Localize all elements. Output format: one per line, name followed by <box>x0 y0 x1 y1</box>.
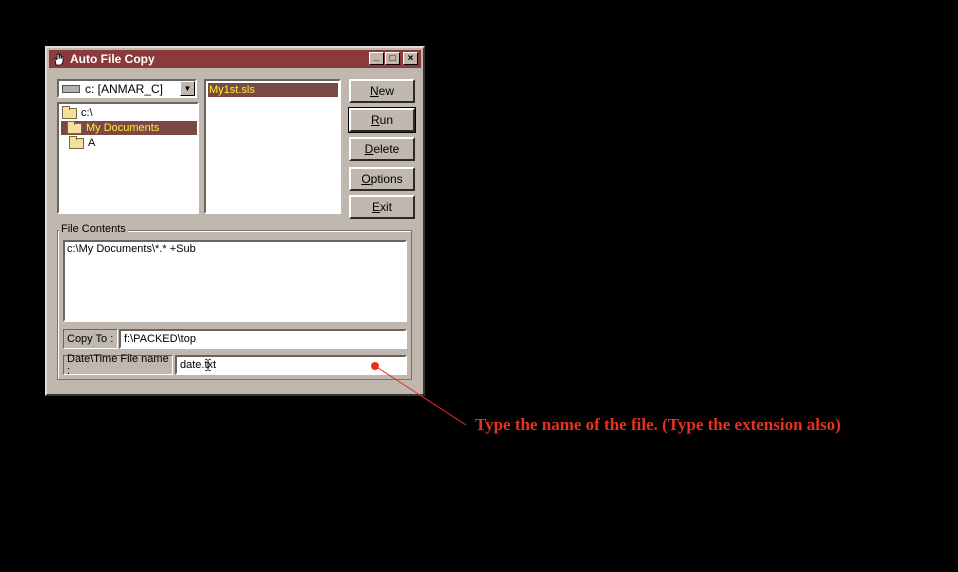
text-cursor-icon <box>205 359 211 371</box>
new-button-label: New <box>369 84 394 98</box>
minimize-button[interactable]: _ <box>369 50 384 65</box>
file-contents-textarea[interactable]: c:\My Documents\*.* +Sub <box>63 240 407 322</box>
close-button[interactable]: × <box>403 52 418 65</box>
copy-to-input[interactable]: f:\PACKED\top <box>119 329 407 349</box>
auto-file-copy-window: Auto File Copy _ □ × c: [ANMAR_C] ▼ c:\ … <box>45 46 425 396</box>
run-button[interactable]: Run <box>348 107 416 133</box>
options-button-label: Options <box>361 172 403 186</box>
delete-button-label: Delete <box>364 142 400 156</box>
folder-icon <box>69 135 84 149</box>
copy-to-value: f:\PACKED\top <box>124 333 196 345</box>
copy-to-label: Copy To : <box>63 329 118 349</box>
directory-item-a[interactable]: A <box>69 135 129 150</box>
file-list[interactable]: My1st.sls <box>204 79 341 214</box>
file-contents-text: c:\My Documents\*.* +Sub <box>67 243 196 255</box>
drive-selector[interactable]: c: [ANMAR_C] ▼ <box>57 79 197 98</box>
maximize-icon: □ <box>389 52 396 64</box>
close-icon: × <box>407 52 414 64</box>
file-contents-label: File Contents <box>59 223 128 235</box>
directory-item-root[interactable]: c:\ <box>62 105 142 120</box>
title-bar[interactable]: Auto File Copy _ □ × <box>49 50 421 68</box>
window-controls: _ □ × <box>368 50 418 65</box>
delete-button[interactable]: Delete <box>349 137 415 161</box>
open-folder-icon <box>62 105 77 119</box>
directory-tree[interactable]: c:\ My Documents A <box>57 102 199 214</box>
run-button-label: Run <box>370 113 394 127</box>
exit-button[interactable]: Exit <box>349 195 415 219</box>
options-button[interactable]: Options <box>349 167 415 191</box>
new-button[interactable]: New <box>349 79 415 103</box>
drive-selector-value: c: [ANMAR_C] <box>85 81 164 96</box>
minimize-icon: _ <box>373 50 380 62</box>
directory-item-label: c:\ <box>81 107 93 119</box>
maximize-button[interactable]: □ <box>385 52 400 65</box>
hard-drive-icon <box>62 84 80 93</box>
directory-item-label: My Documents <box>86 122 160 134</box>
app-hand-icon <box>52 52 66 66</box>
directory-item-label: A <box>88 137 96 149</box>
file-list-item[interactable]: My1st.sls <box>208 83 338 97</box>
datetime-file-label: Date\Time File name : <box>63 353 173 377</box>
callout-line <box>374 365 467 426</box>
exit-button-label: Exit <box>371 200 392 214</box>
directory-item-my-documents[interactable]: My Documents <box>61 120 197 135</box>
annotation-text: Type the name of the file. (Type the ext… <box>475 415 841 434</box>
window-title: Auto File Copy <box>70 52 155 66</box>
open-folder-icon <box>67 120 82 134</box>
chevron-down-icon[interactable]: ▼ <box>180 81 195 96</box>
